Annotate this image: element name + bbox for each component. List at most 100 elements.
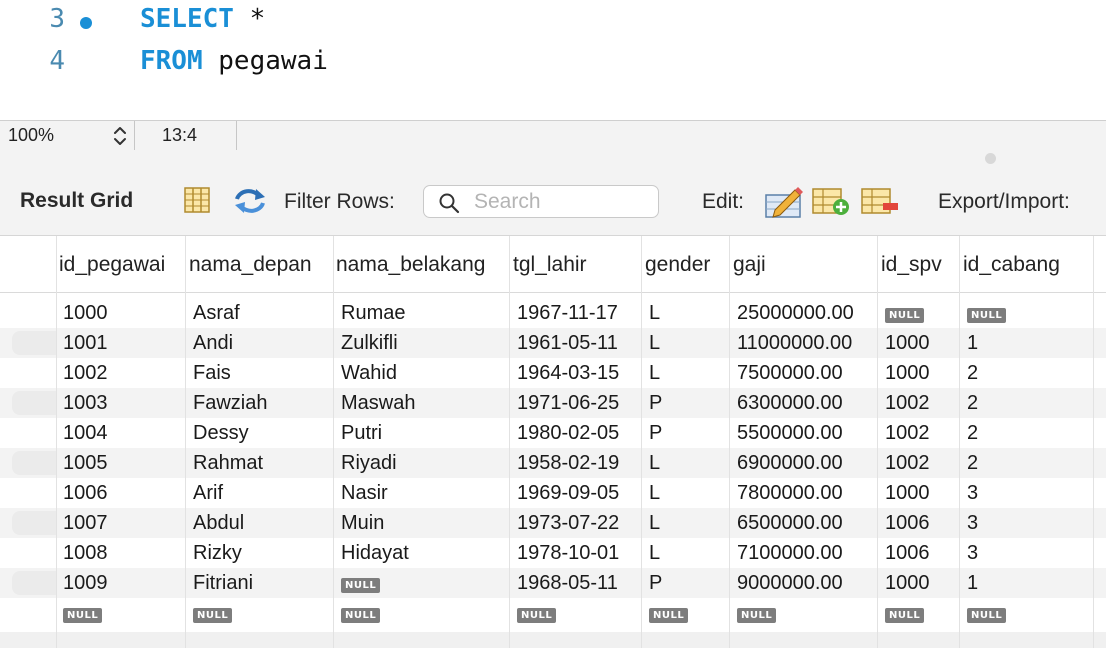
grid-cell-gaji[interactable]: 25000000.00 [737, 302, 854, 325]
grid-cell-tgl-lahir[interactable]: 1978-10-01 [517, 542, 619, 565]
grid-cell-id-pegawai[interactable]: 1008 [63, 542, 108, 565]
refresh-icon[interactable] [233, 187, 267, 215]
grid-cell-id-pegawai[interactable]: 1003 [63, 392, 108, 415]
grid-cell-id-cabang[interactable]: 3 [967, 512, 978, 535]
grid-cell-gaji[interactable]: 11000000.00 [737, 332, 852, 355]
grid-cell-nama-belakang[interactable]: Nasir [341, 482, 388, 505]
column-header-nama-depan[interactable]: nama_depan [189, 253, 312, 277]
grid-cell-nama-belakang[interactable]: Muin [341, 512, 384, 535]
grid-cell-nama-depan[interactable]: Fais [193, 362, 231, 385]
grid-cell-id-pegawai[interactable]: 1000 [63, 302, 108, 325]
delete-row-icon[interactable] [861, 188, 899, 216]
grid-cell-id-spv[interactable]: 1002 [885, 392, 930, 415]
row-selector[interactable] [12, 481, 56, 505]
column-divider[interactable] [641, 236, 642, 648]
null-cell[interactable]: NULL [737, 602, 777, 625]
column-header-id-pegawai[interactable]: id_pegawai [59, 253, 165, 277]
grid-cell-id-cabang[interactable]: 2 [967, 422, 978, 445]
row-selector[interactable] [12, 571, 56, 595]
null-cell[interactable]: NULL [341, 572, 381, 595]
grid-cell-nama-depan[interactable]: Rizky [193, 542, 242, 565]
grid-cell-nama-belakang[interactable]: Maswah [341, 392, 415, 415]
grid-cell-id-cabang[interactable]: 2 [967, 392, 978, 415]
grid-cell-id-pegawai[interactable]: 1009 [63, 572, 108, 595]
column-divider[interactable] [1093, 236, 1094, 648]
grid-cell-nama-depan[interactable]: Asraf [193, 302, 240, 325]
search-input[interactable] [474, 190, 649, 214]
row-selector[interactable] [12, 301, 56, 325]
row-selector[interactable] [12, 421, 56, 445]
panel-handle[interactable] [985, 153, 996, 164]
table-row[interactable]: 1007 Abdul Muin 1973-07-22 L 6500000.00 1006 3 [0, 508, 1106, 538]
grid-cell-nama-depan[interactable]: Fitriani [193, 572, 253, 595]
grid-cell-id-cabang[interactable]: 2 [967, 362, 978, 385]
column-divider[interactable] [729, 236, 730, 648]
zoom-stepper-icon[interactable] [110, 124, 130, 148]
grid-cell-tgl-lahir[interactable]: 1958-02-19 [517, 452, 619, 475]
filter-search-box[interactable] [423, 185, 659, 218]
row-selector[interactable] [12, 331, 56, 355]
row-selector[interactable] [12, 361, 56, 385]
zoom-level[interactable]: 100% [8, 125, 54, 146]
grid-cell-tgl-lahir[interactable]: 1969-09-05 [517, 482, 619, 505]
null-cell[interactable]: NULL [649, 602, 689, 625]
row-selector[interactable] [12, 511, 56, 535]
null-cell[interactable]: NULL [341, 602, 381, 625]
column-header-id-spv[interactable]: id_spv [881, 253, 942, 277]
column-header-id-cabang[interactable]: id_cabang [963, 253, 1060, 277]
grid-cell-id-spv[interactable]: 1000 [885, 572, 930, 595]
grid-cell-gaji[interactable]: 7100000.00 [737, 542, 843, 565]
grid-cell-nama-depan[interactable]: Rahmat [193, 452, 263, 475]
grid-cell-id-spv[interactable]: 1000 [885, 362, 930, 385]
grid-cell-nama-depan[interactable]: Fawziah [193, 392, 267, 415]
null-cell[interactable]: NULL [193, 602, 233, 625]
null-cell[interactable]: NULL [885, 602, 925, 625]
table-row[interactable]: 1009 Fitriani NULL 1968-05-11 P 9000000.00 100… [0, 568, 1106, 598]
column-header-gender[interactable]: gender [645, 253, 710, 277]
grid-cell-gaji[interactable]: 6900000.00 [737, 452, 843, 475]
column-divider[interactable] [185, 236, 186, 648]
column-divider[interactable] [509, 236, 510, 648]
grid-cell-nama-depan[interactable]: Dessy [193, 422, 249, 445]
code-line-3[interactable]: 3 SELECT * [0, 4, 1106, 44]
grid-cell-nama-belakang[interactable]: Rumae [341, 302, 405, 325]
grid-cell-gender[interactable]: P [649, 422, 662, 445]
grid-cell-nama-depan[interactable]: Abdul [193, 512, 244, 535]
grid-cell-tgl-lahir[interactable]: 1967-11-17 [517, 302, 618, 325]
null-cell[interactable]: NULL [63, 602, 103, 625]
grid-cell-gaji[interactable]: 5500000.00 [737, 422, 843, 445]
sql-editor[interactable]: 3 SELECT * 4 FROM pegawai [0, 0, 1106, 120]
column-header-tgl-lahir[interactable]: tgl_lahir [513, 253, 587, 277]
grid-cell-gender[interactable]: P [649, 572, 662, 595]
grid-cell-tgl-lahir[interactable]: 1973-07-22 [517, 512, 619, 535]
grid-cell-id-pegawai[interactable]: 1005 [63, 452, 108, 475]
grid-cell-id-spv[interactable]: 1006 [885, 542, 930, 565]
column-divider[interactable] [877, 236, 878, 648]
grid-cell-gender[interactable]: L [649, 512, 660, 535]
grid-cell-id-pegawai[interactable]: 1001 [63, 332, 108, 355]
grid-cell-id-pegawai[interactable]: 1007 [63, 512, 108, 535]
grid-cell-gender[interactable]: L [649, 332, 660, 355]
grid-cell-gender[interactable]: L [649, 362, 660, 385]
result-grid[interactable]: id_pegawai nama_depan nama_belakang tgl_lah… [0, 236, 1106, 648]
column-header-nama-belakang[interactable]: nama_belakang [336, 253, 485, 277]
table-row[interactable]: 1002 Fais Wahid 1964-03-15 L 7500000.00 1000 2 [0, 358, 1106, 388]
row-selector[interactable] [12, 391, 56, 415]
add-row-icon[interactable] [812, 188, 850, 216]
null-cell[interactable]: NULL [885, 302, 925, 325]
grid-cell-gaji[interactable]: 7500000.00 [737, 362, 843, 385]
grid-cell-gaji[interactable]: 6300000.00 [737, 392, 843, 415]
grid-cell-id-pegawai[interactable]: 1004 [63, 422, 108, 445]
grid-cell-nama-belakang[interactable]: Wahid [341, 362, 397, 385]
table-row[interactable]: NULL NULL NULL NULL NULL NULL NULL NULL [0, 598, 1106, 628]
grid-cell-nama-belakang[interactable]: Hidayat [341, 542, 409, 565]
grid-cell-tgl-lahir[interactable]: 1971-06-25 [517, 392, 619, 415]
grid-cell-id-spv[interactable]: 1002 [885, 452, 930, 475]
grid-cell-tgl-lahir[interactable]: 1980-02-05 [517, 422, 619, 445]
grid-cell-id-cabang[interactable]: 1 [967, 332, 978, 355]
grid-cell-nama-depan[interactable]: Andi [193, 332, 233, 355]
grid-cell-id-pegawai[interactable]: 1002 [63, 362, 108, 385]
table-row[interactable]: 1000 Asraf Rumae 1967-11-17 L 25000000.00 NULL… [0, 298, 1106, 328]
table-row[interactable]: 1005 Rahmat Riyadi 1958-02-19 L 6900000.00 100… [0, 448, 1106, 478]
grid-cell-gender[interactable]: L [649, 452, 660, 475]
